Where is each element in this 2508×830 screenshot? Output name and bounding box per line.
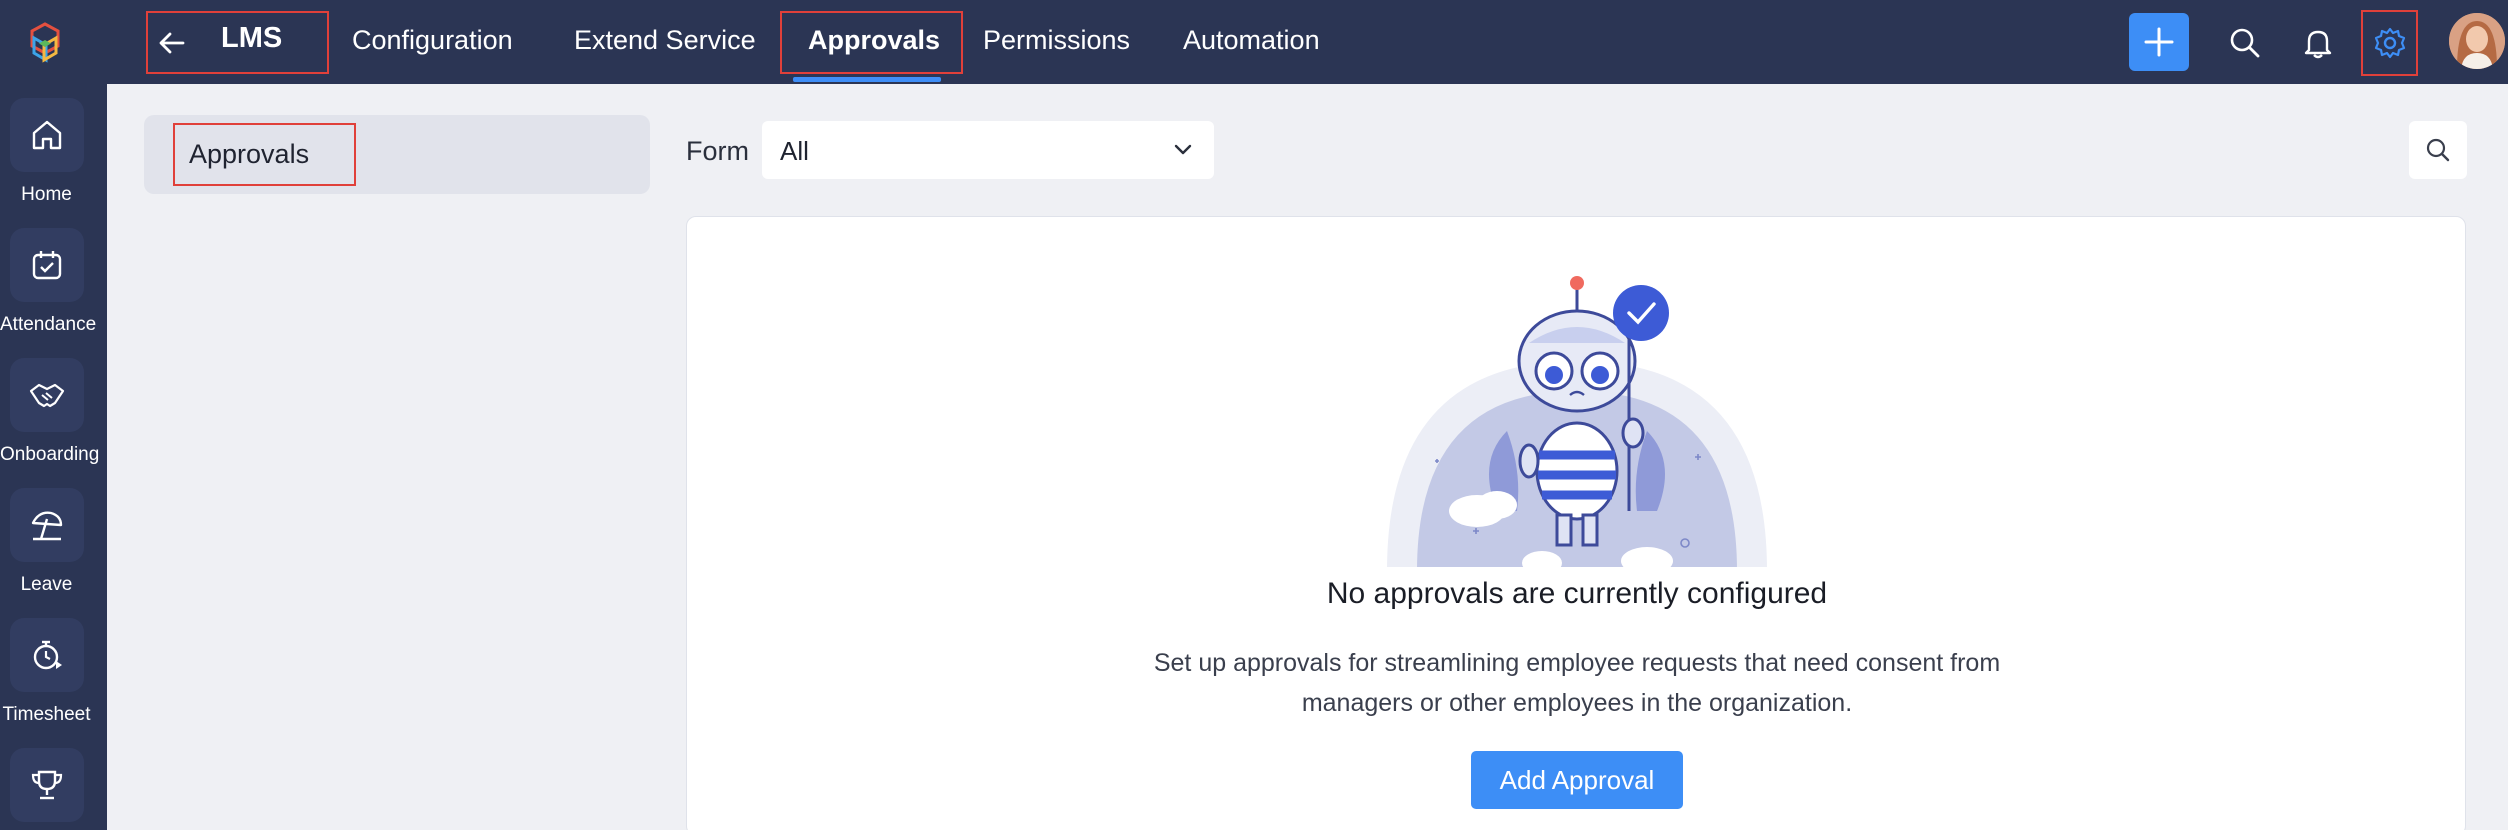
stopwatch-icon [33,640,62,670]
rail-label: Attendance [0,314,97,335]
rail-item-trophy[interactable] [0,748,93,830]
tab-configuration[interactable]: Configuration [352,25,513,56]
form-select-value: All [780,136,809,166]
chevron-down-icon [1174,144,1192,155]
search-icon [2426,138,2450,162]
search-icon[interactable] [2222,20,2268,66]
bell-icon[interactable] [2295,20,2341,66]
form-filter-label: Form [686,136,749,166]
tab-extend-service[interactable]: Extend Service [574,25,756,56]
active-tab-indicator [793,77,941,82]
avatar[interactable] [2449,13,2505,69]
tab-approvals[interactable]: Approvals [808,25,940,56]
form-select[interactable]: All [762,121,1214,179]
add-approval-button[interactable]: Add Approval [1471,751,1683,809]
empty-state-title: No approvals are currently configured [1326,577,1828,610]
handshake-icon [29,383,64,408]
rail-item-onboarding[interactable]: Onboarding [0,358,100,466]
left-rail: Home Attendance Onboarding Leave Timeshe… [0,0,107,830]
app-logo-icon[interactable] [20,18,70,68]
empty-state-description: Set up approvals for streamlining employ… [1153,649,2001,717]
rail-label: Timesheet [2,704,91,725]
sidebar-item-label: Approvals [189,139,310,169]
tab-automation[interactable]: Automation [1183,25,1320,56]
app-name: LMS [221,22,283,54]
beach-umbrella-icon [31,511,62,541]
tab-permissions[interactable]: Permissions [983,25,1130,56]
sidebar-item-approvals[interactable]: Approvals [144,115,650,194]
rail-label: Leave [20,574,73,595]
trophy-icon [31,770,62,800]
home-icon [32,120,61,150]
search-button[interactable] [2409,121,2467,179]
rail-item-leave[interactable]: Leave [0,488,93,596]
plus-icon [2144,27,2174,57]
calendar-check-icon [32,251,61,280]
rail-label: Onboarding [0,444,100,465]
rail-item-home[interactable]: Home [0,98,93,206]
rail-item-timesheet[interactable]: Timesheet [0,618,93,726]
robot-illustration [1377,276,1777,581]
rail-label: Home [21,184,72,205]
gear-icon[interactable] [2367,20,2413,66]
top-navigation-bar: LMS Configuration Extend Service Approva… [107,0,2508,84]
rail-item-attendance[interactable]: Attendance [0,228,97,336]
add-button[interactable] [2129,13,2189,71]
back-arrow-icon[interactable] [149,20,195,66]
empty-state-card: No approvals are currently configured Se… [686,216,2466,830]
